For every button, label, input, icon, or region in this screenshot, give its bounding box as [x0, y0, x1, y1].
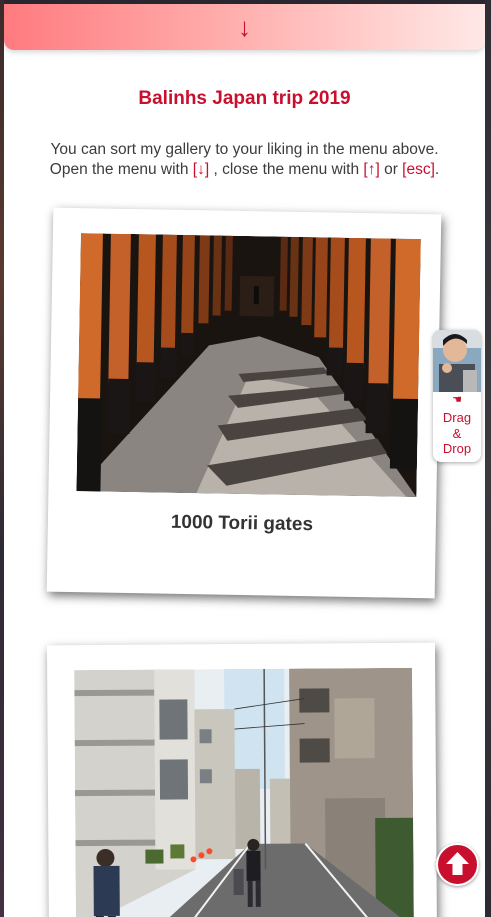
drag-drop-label: Drag & Drop: [433, 410, 481, 457]
open-menu-arrow-icon[interactable]: ↓: [238, 14, 251, 40]
alley-image: [74, 667, 414, 917]
intro-text: You can sort my gallery to your liking i…: [14, 140, 475, 180]
intro-open-prefix: Open the menu with: [49, 161, 193, 178]
ampersand-label: &: [452, 425, 462, 441]
torii-tunnel-photo[interactable]: [76, 233, 421, 498]
gallery-card[interactable]: [46, 642, 438, 917]
intro-line-1: You can sort my gallery to your liking i…: [50, 141, 439, 158]
avatar: [433, 330, 481, 392]
intro-period: .: [434, 161, 440, 178]
intro-or: or: [379, 161, 403, 178]
esc-key-hint: [esc]: [402, 161, 435, 178]
page-title: Balinhs Japan trip 2019: [138, 88, 351, 109]
gallery-card[interactable]: 1000 Torii gates: [46, 207, 442, 599]
sort-menu-bar[interactable]: ↓: [4, 4, 485, 50]
arrow-up-circle-icon: [446, 852, 469, 875]
drop-label: Drop: [442, 441, 472, 456]
torii-image: [76, 233, 421, 498]
open-key-hint: [↓]: [192, 161, 210, 178]
tokyo-alley-photo[interactable]: [74, 667, 414, 917]
pointing-hand-icon: ☚: [452, 394, 462, 406]
drag-label: Drag: [442, 410, 472, 425]
scroll-to-top-button[interactable]: [436, 843, 479, 886]
close-key-hint: [↑]: [363, 161, 380, 178]
background-right-edge: [485, 0, 491, 917]
card-caption: 1000 Torii gates: [170, 511, 314, 536]
intro-close-prefix: , close the menu with: [209, 161, 364, 178]
gallery-page: ↓ Balinhs Japan trip 2019 You can sort m…: [4, 4, 485, 917]
intro-line-2: Open the menu with [↓] , close the menu …: [14, 160, 475, 180]
drag-drop-hint[interactable]: ☚ Drag & Drop: [433, 330, 481, 462]
